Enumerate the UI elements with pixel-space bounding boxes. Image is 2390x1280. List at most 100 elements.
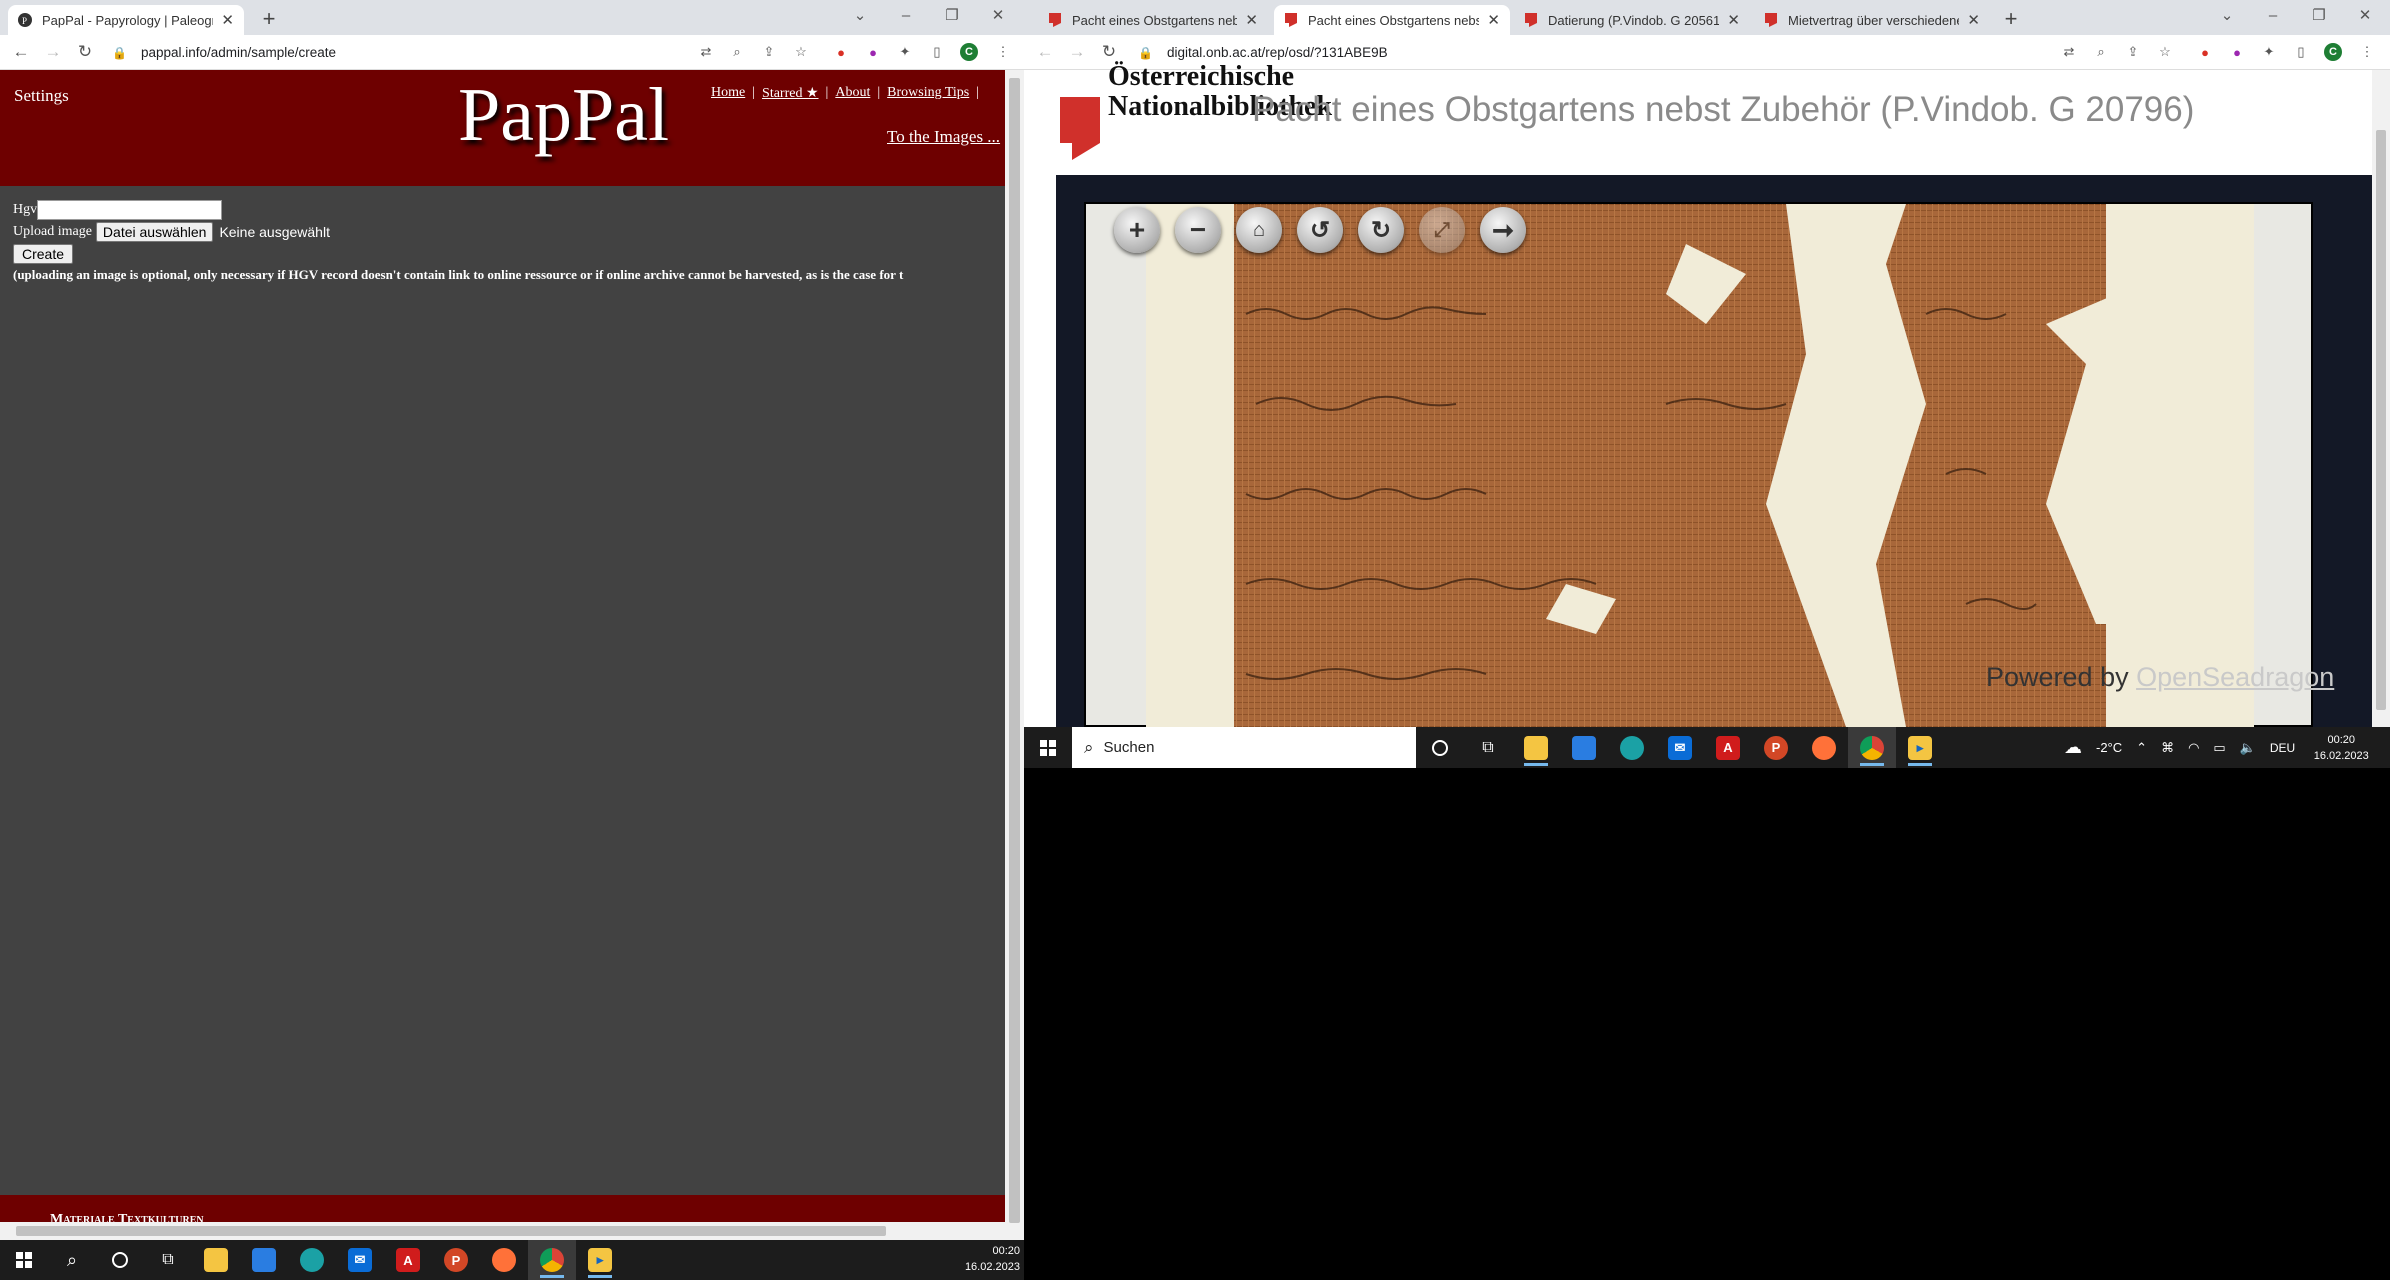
edge-icon[interactable] [288,1240,336,1280]
zoom-icon[interactable]: ⌕ [728,43,746,61]
start-button[interactable] [1024,727,1072,768]
restore-button[interactable]: ❐ [2296,0,2342,35]
tab-search-icon[interactable]: ⌄ [2204,0,2250,35]
task-view-icon[interactable]: ⧉ [144,1240,192,1280]
openseadragon-link[interactable]: OpenSeadragon [2136,662,2334,692]
forward-button[interactable]: → [1066,42,1088,62]
clock[interactable]: 00:20 16.02.2023 [2309,732,2373,764]
horizontal-scrollbar[interactable] [0,1222,1005,1240]
rotate-left-button[interactable]: ↺ [1297,207,1343,253]
minimize-button[interactable]: – [2250,0,2296,35]
share-icon[interactable]: ⇪ [760,43,778,61]
openseadragon-viewer[interactable]: Powered by OpenSeadragon [1084,202,2334,727]
zoom-in-button[interactable]: + [1114,207,1160,253]
extension-icon[interactable]: ● [2228,43,2246,61]
start-button[interactable] [0,1240,48,1280]
close-window-button[interactable]: ✕ [975,0,1021,35]
extensions-puzzle-icon[interactable]: ✦ [896,43,914,61]
mail-icon[interactable]: ✉ [336,1240,384,1280]
scrollbar-thumb[interactable] [1009,78,1020,1223]
zoom-out-button[interactable]: − [1175,207,1221,253]
translate-icon[interactable]: ⇄ [697,43,715,61]
powerpoint-icon[interactable]: P [1752,727,1800,768]
new-tab-button[interactable]: + [256,6,282,32]
network-icon[interactable]: ⌘ [2161,740,2174,756]
reload-button[interactable]: ↻ [1098,42,1120,62]
extension-icon[interactable]: ● [2196,43,2214,61]
cortana-icon[interactable] [96,1240,144,1280]
python-icon[interactable]: ▸ [1896,727,1944,768]
extension-icon[interactable]: ● [832,43,850,61]
python-icon[interactable]: ▸ [576,1240,624,1280]
next-page-button[interactable]: ➞ [1480,207,1526,253]
tab-onb-2[interactable]: Pacht eines Obstgartens nebst Zu ✕ [1274,5,1510,35]
task-view-icon[interactable]: ⧉ [1464,727,1512,768]
extension-icon[interactable]: ● [864,43,882,61]
edge-icon[interactable] [1608,727,1656,768]
close-tab-icon[interactable]: ✕ [1487,11,1500,29]
settings-link[interactable]: Settings [14,86,69,106]
battery-icon[interactable]: ▭ [2213,740,2225,756]
powerpoint-icon[interactable]: P [432,1240,480,1280]
weather-temp[interactable]: -2°C [2096,740,2122,755]
store-icon[interactable] [240,1240,288,1280]
close-tab-icon[interactable]: ✕ [221,11,234,29]
tab-onb-1[interactable]: Pacht eines Obstgartens nebst Zu ✕ [1038,5,1268,35]
share-icon[interactable]: ⇪ [2124,43,2142,61]
weather-icon[interactable]: ☁ [2064,737,2082,758]
rotate-right-button[interactable]: ↻ [1358,207,1404,253]
zoom-icon[interactable]: ⌕ [2092,43,2110,61]
back-button[interactable]: ← [10,42,32,62]
wifi-icon[interactable]: ◠ [2188,740,2199,756]
home-button[interactable]: ⌂ [1236,207,1282,253]
acrobat-icon[interactable]: A [384,1240,432,1280]
vertical-scrollbar[interactable] [2372,70,2390,727]
side-panel-icon[interactable]: ▯ [2292,43,2310,61]
chrome-icon[interactable] [1848,727,1896,768]
tab-datierung[interactable]: Datierung (P.Vindob. G 20561) ✕ [1514,5,1750,35]
pappal-logo[interactable]: PapPal [458,72,669,159]
volume-icon[interactable]: 🔈 [2240,740,2256,756]
tray-chevron-icon[interactable]: ⌃ [2136,740,2147,756]
address-bar[interactable]: 🔒 pappal.info/admin/sample/create [112,39,682,66]
close-tab-icon[interactable]: ✕ [1727,11,1740,29]
chrome-icon[interactable] [528,1240,576,1280]
close-tab-icon[interactable]: ✕ [1245,11,1258,29]
close-window-button[interactable]: ✕ [2342,0,2388,35]
scrollbar-thumb[interactable] [2376,130,2386,710]
file-explorer-icon[interactable] [192,1240,240,1280]
profile-avatar[interactable]: C [960,43,978,61]
hgv-input[interactable] [37,200,223,220]
nav-starred[interactable]: Starred ★ [762,85,818,102]
restore-button[interactable]: ❐ [929,0,975,35]
firefox-icon[interactable] [480,1240,528,1280]
profile-avatar[interactable]: C [2324,43,2342,61]
nav-home[interactable]: Home [711,85,745,102]
back-button[interactable]: ← [1034,42,1056,62]
nav-browsing-tips[interactable]: Browsing Tips [887,85,969,102]
firefox-icon[interactable] [1800,727,1848,768]
bookmark-star-icon[interactable]: ☆ [2156,43,2174,61]
reload-button[interactable]: ↻ [74,42,96,62]
scrollbar-thumb[interactable] [16,1226,886,1236]
store-icon[interactable] [1560,727,1608,768]
tab-mietvertrag[interactable]: Mietvertrag über verschiedene Te ✕ [1754,5,1990,35]
menu-icon[interactable]: ⋮ [994,43,1012,61]
cortana-icon[interactable] [1416,727,1464,768]
minimize-button[interactable]: – [883,0,929,35]
create-button[interactable]: Create [13,244,74,264]
file-explorer-icon[interactable] [1512,727,1560,768]
forward-button[interactable]: → [42,42,64,62]
side-panel-icon[interactable]: ▯ [928,43,946,61]
file-choose-button[interactable]: Datei auswählen [95,222,214,242]
nav-about[interactable]: About [835,85,870,102]
tab-search-icon[interactable]: ⌄ [837,0,883,35]
vertical-scrollbar[interactable] [1005,70,1024,1240]
language-indicator[interactable]: DEU [2270,741,2295,755]
new-tab-button[interactable]: + [1998,6,2024,32]
extensions-puzzle-icon[interactable]: ✦ [2260,43,2278,61]
fullscreen-button[interactable]: ⤢ [1419,207,1465,253]
tab-pappal[interactable]: P PapPal - Papyrology | Paleograph ✕ [8,5,244,35]
close-tab-icon[interactable]: ✕ [1967,11,1980,29]
search-icon[interactable]: ⌕ [48,1240,96,1280]
